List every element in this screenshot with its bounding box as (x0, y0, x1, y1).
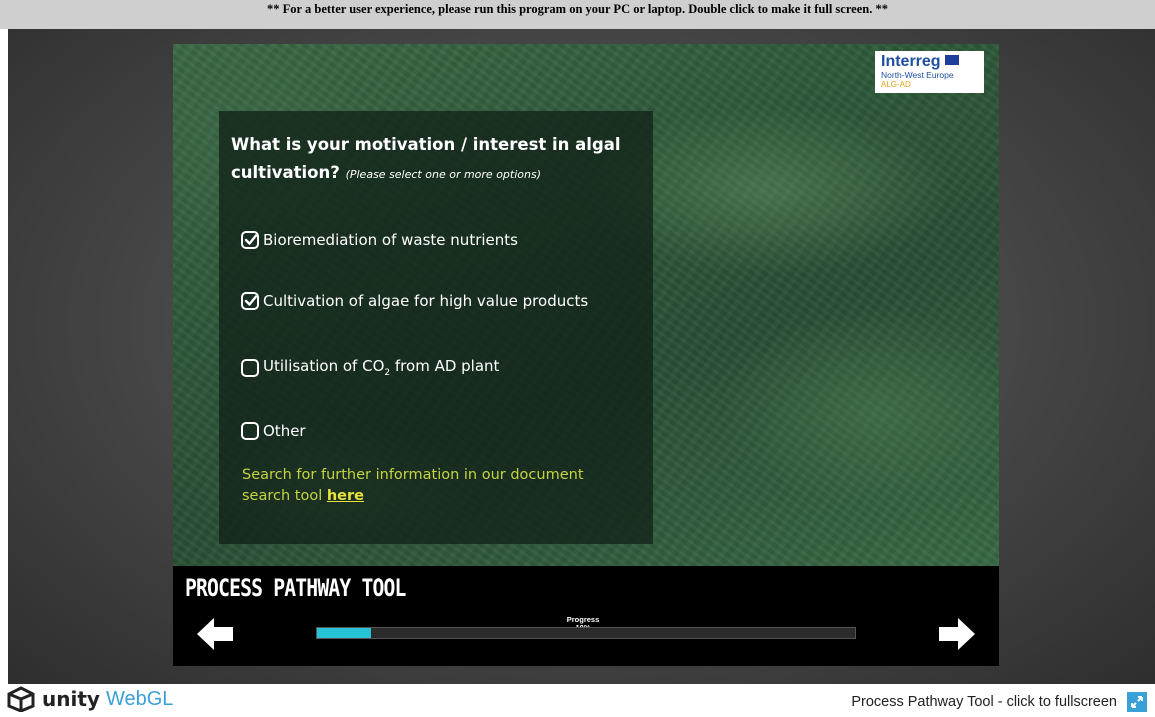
option-label: Utilisation of CO2 from AD plant (263, 357, 499, 378)
webgl-wordmark: WebGL (105, 687, 174, 710)
logo-project: ALG-AD (881, 80, 911, 89)
checkbox-checked[interactable] (241, 231, 259, 249)
tool-bar: PROCESS PATHWAY TOOL Progress 10% (173, 566, 999, 666)
checkmark-icon (244, 295, 258, 306)
question-title: What is your motivation / interest in al… (231, 131, 641, 189)
option-label: Cultivation of algae for high value prod… (263, 292, 589, 310)
next-arrow-icon[interactable] (937, 616, 977, 652)
question-hint: (Please select one or more options) (345, 168, 541, 181)
eu-flag-icon (944, 55, 959, 65)
tool-title: PROCESS PATHWAY TOOL (185, 574, 406, 602)
browser-notice: ** For a better user experience, please … (0, 0, 1155, 29)
option-label-rest: from AD plant (390, 357, 500, 375)
option-label: Bioremediation of waste nutrients (263, 231, 518, 249)
option-co2-utilisation[interactable]: Utilisation of CO2 from AD plant (241, 357, 499, 378)
fullscreen-icon[interactable] (1127, 692, 1147, 712)
search-info: Search for further information in our do… (242, 465, 602, 507)
algae-background: Interreg North-West Europe ALG-AD What i… (173, 44, 999, 566)
checkbox-unchecked[interactable] (241, 358, 259, 377)
question-panel: What is your motivation / interest in al… (219, 111, 653, 544)
option-label: Other (263, 422, 306, 440)
fullscreen-arrows-icon (1131, 696, 1143, 708)
unity-webgl-logo: unity WebGL (6, 686, 173, 712)
checkbox-unchecked[interactable] (241, 422, 259, 440)
search-text: Search for further information in our do… (242, 467, 584, 504)
search-link[interactable]: here (327, 488, 364, 504)
checkbox-checked[interactable] (241, 292, 259, 310)
option-high-value-products[interactable]: Cultivation of algae for high value prod… (241, 292, 588, 310)
fullscreen-text[interactable]: Process Pathway Tool - click to fullscre… (851, 694, 1117, 710)
option-label-main: Utilisation of CO (263, 357, 385, 375)
back-arrow-icon[interactable] (195, 616, 235, 652)
option-other[interactable]: Other (241, 422, 306, 440)
unity-wordmark: unity (42, 687, 100, 711)
fullscreen-control[interactable]: Process Pathway Tool - click to fullscre… (851, 692, 1147, 712)
interreg-logo: Interreg North-West Europe ALG-AD (875, 51, 984, 93)
checkmark-icon (244, 234, 258, 245)
logo-region: North-West Europe (881, 70, 954, 80)
progress-bar (316, 627, 856, 639)
option-bioremediation[interactable]: Bioremediation of waste nutrients (241, 231, 518, 249)
unity-canvas[interactable]: Interreg North-West Europe ALG-AD What i… (173, 44, 999, 666)
unity-logo-icon (7, 686, 35, 712)
progress-fill (317, 628, 371, 638)
logo-brand: Interreg (881, 53, 941, 70)
